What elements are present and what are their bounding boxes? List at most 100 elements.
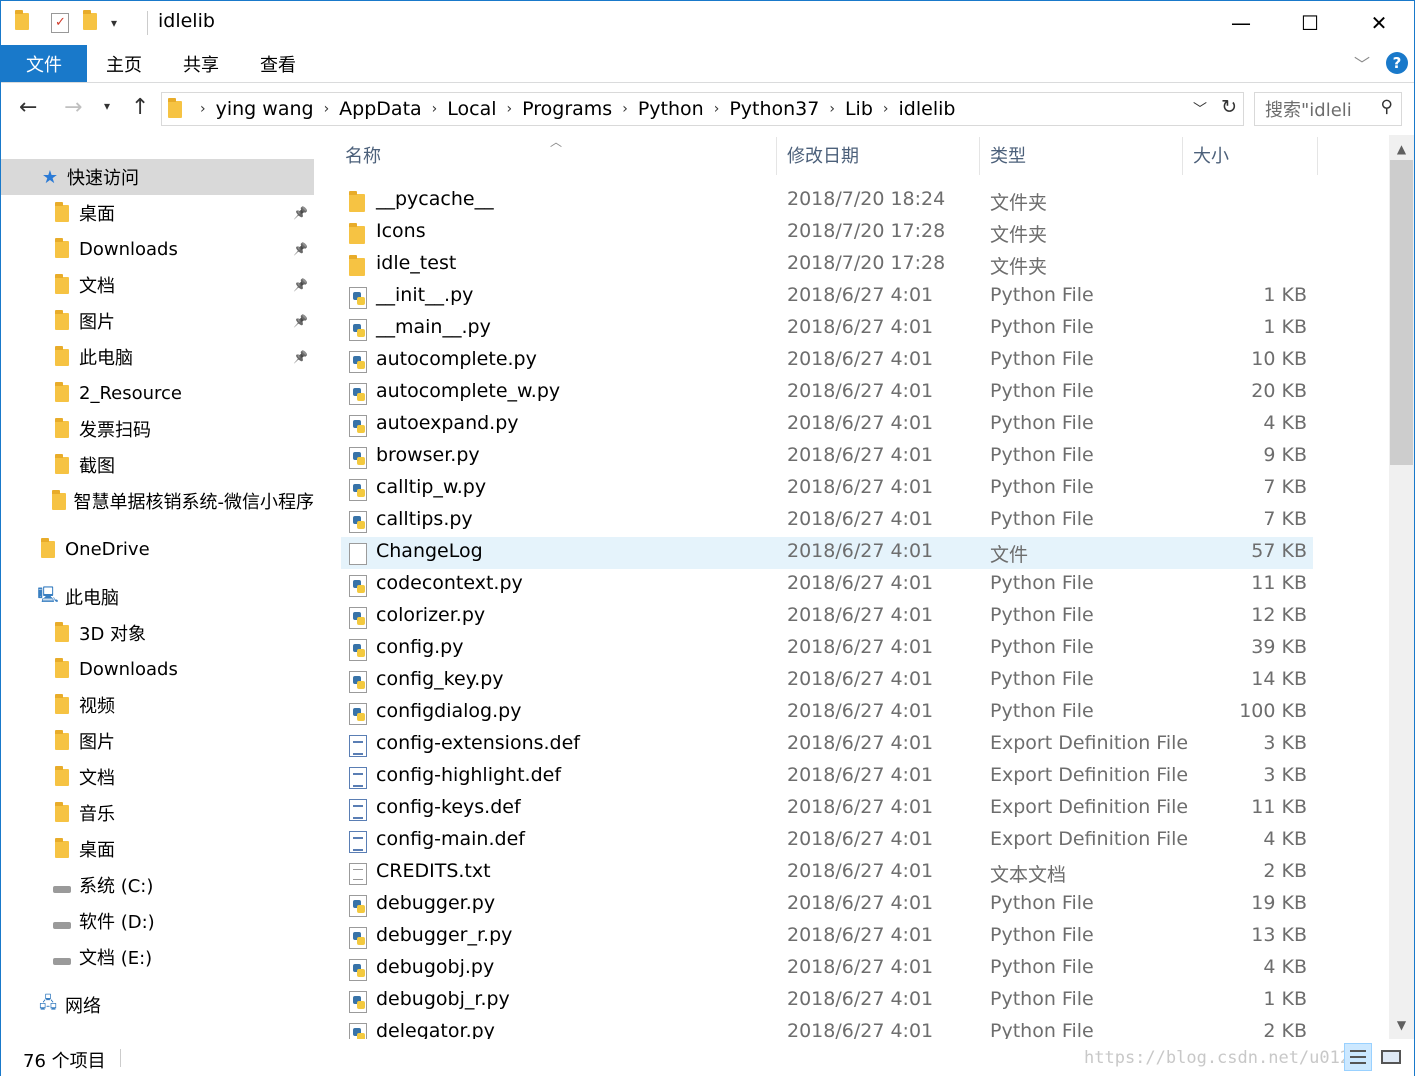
breadcrumb-ying-wang[interactable]: ying wang [216,98,314,120]
nav-this-pc[interactable]: 🖳 此电脑 [1,579,314,615]
vertical-scrollbar[interactable]: ▲ ▼ [1389,135,1414,1039]
file-row[interactable]: colorizer.py 2018/6/27 4:01 Python File 12 … [341,601,1313,633]
file-row[interactable]: config-main.def 2018/6/27 4:01 Export Defi… [341,825,1313,857]
breadcrumb-programs[interactable]: Programs [522,98,612,120]
nav-network[interactable]: 🖧 网络 [1,987,314,1023]
search-box[interactable]: 搜索"idleli ⚲ [1254,92,1402,126]
breadcrumb-appdata[interactable]: AppData [339,98,422,120]
file-row[interactable]: autoexpand.py 2018/6/27 4:01 Python File 4 … [341,409,1313,441]
refresh-icon[interactable]: ↻ [1221,96,1237,118]
tab-file[interactable]: 文件 [1,45,87,82]
nav-quick-item[interactable]: 桌面 📌 [1,195,314,231]
tab-view[interactable]: 查看 [247,45,309,82]
column-divider[interactable] [776,137,777,175]
nav-quick-item[interactable]: 发票扫码 [1,411,314,447]
nav-quick-item[interactable]: 图片 📌 [1,303,314,339]
search-input[interactable]: 搜索"idleli [1265,96,1352,122]
nav-pc-item[interactable]: 软件 (D:) [1,903,314,939]
file-row[interactable]: __init__.py 2018/6/27 4:01 Python File 1 KB [341,281,1313,313]
back-icon[interactable]: ← [19,95,37,120]
file-row[interactable]: codecontext.py 2018/6/27 4:01 Python File 1… [341,569,1313,601]
new-folder-icon[interactable] [83,9,97,34]
nav-pc-item[interactable]: 文档 [1,759,314,795]
customize-toolbar-icon[interactable]: ▾ [111,16,117,30]
nav-pc-item[interactable]: 3D 对象 [1,615,314,651]
breadcrumb-idlelib[interactable]: idlelib [899,98,956,120]
file-row[interactable]: autocomplete_w.py 2018/6/27 4:01 Python Fi… [341,377,1313,409]
nav-pc-item[interactable]: 桌面 [1,831,314,867]
file-row[interactable]: calltips.py 2018/6/27 4:01 Python File 7 KB [341,505,1313,537]
breadcrumb-python[interactable]: Python [638,98,704,120]
nav-quick-item[interactable]: 截图 [1,447,314,483]
file-row[interactable]: browser.py 2018/6/27 4:01 Python File 9 KB [341,441,1313,473]
scroll-up-icon[interactable]: ▲ [1389,137,1414,161]
chevron-down-icon[interactable]: ﹀ [1193,99,1207,119]
tab-home[interactable]: 主页 [93,45,155,82]
up-icon[interactable]: ↑ [131,95,149,120]
column-header-size[interactable]: 大小 [1193,135,1313,175]
file-row[interactable]: CREDITS.txt 2018/6/27 4:01 文本文档 2 KB [341,857,1313,889]
maximize-button[interactable]: ☐ [1275,1,1345,45]
minimize-button[interactable]: — [1206,1,1276,45]
folder-icon[interactable] [15,9,29,34]
nav-quick-item[interactable]: 2_Resource [1,375,314,411]
chevron-right-icon[interactable]: › [324,101,330,117]
forward-icon[interactable]: → [64,95,82,120]
column-header-date[interactable]: 修改日期 [787,135,977,175]
chevron-right-icon[interactable]: › [432,101,438,117]
file-row[interactable]: config_key.py 2018/6/27 4:01 Python File 14… [341,665,1313,697]
file-row[interactable]: __main__.py 2018/6/27 4:01 Python File 1 KB [341,313,1313,345]
nav-onedrive[interactable]: OneDrive [1,531,314,567]
expand-ribbon-icon[interactable]: ﹀ [1354,51,1370,75]
chevron-right-icon[interactable]: › [714,101,720,117]
column-header-name[interactable]: 名称 [345,135,775,175]
help-icon[interactable]: ? [1386,52,1408,74]
file-row[interactable]: debugobj_r.py 2018/6/27 4:01 Python File 1 … [341,985,1313,1017]
nav-pc-item[interactable]: 文档 (E:) [1,939,314,975]
file-row[interactable]: delegator.py 2018/6/27 4:01 Python File 2 K… [341,1017,1313,1039]
chevron-right-icon[interactable]: › [507,101,513,117]
chevron-right-icon[interactable]: › [883,101,889,117]
nav-pc-item[interactable]: 系统 (C:) [1,867,314,903]
file-row[interactable]: calltip_w.py 2018/6/27 4:01 Python File 7 K… [341,473,1313,505]
nav-quick-item[interactable]: 此电脑 📌 [1,339,314,375]
file-row[interactable]: __pycache__ 2018/7/20 18:24 文件夹 [341,185,1313,217]
details-view-icon[interactable] [1344,1043,1372,1071]
tab-share[interactable]: 共享 [170,45,232,82]
file-row[interactable]: config-keys.def 2018/6/27 4:01 Export Defi… [341,793,1313,825]
nav-pc-item[interactable]: Downloads [1,651,314,687]
close-button[interactable]: ✕ [1344,1,1414,45]
chevron-right-icon[interactable]: › [200,101,206,117]
file-row[interactable]: debugger_r.py 2018/6/27 4:01 Python File 13… [341,921,1313,953]
scroll-down-icon[interactable]: ▼ [1389,1013,1414,1037]
nav-quick-item[interactable]: 文档 📌 [1,267,314,303]
nav-quick-access[interactable]: ★ 快速访问 [1,159,314,195]
breadcrumb-local[interactable]: Local [447,98,496,120]
chevron-right-icon[interactable]: › [829,101,835,117]
file-row[interactable]: autocomplete.py 2018/6/27 4:01 Python File… [341,345,1313,377]
file-row[interactable]: debugobj.py 2018/6/27 4:01 Python File 4 KB [341,953,1313,985]
chevron-right-icon[interactable]: › [622,101,628,117]
breadcrumb-lib[interactable]: Lib [845,98,873,120]
column-divider[interactable] [1182,137,1183,175]
nav-pc-item[interactable]: 视频 [1,687,314,723]
properties-icon[interactable]: ✓ [51,13,69,33]
file-row[interactable]: config-highlight.def 2018/6/27 4:01 Export… [341,761,1313,793]
breadcrumb-python37[interactable]: Python37 [729,98,819,120]
nav-quick-item[interactable]: 智慧单据核销系统-微信小程序 [1,483,314,519]
recent-locations-icon[interactable]: ▾ [104,99,110,113]
search-icon[interactable]: ⚲ [1381,97,1393,117]
nav-pc-item[interactable]: 音乐 [1,795,314,831]
file-row[interactable]: debugger.py 2018/6/27 4:01 Python File 19 K… [341,889,1313,921]
column-divider[interactable] [979,137,980,175]
nav-quick-item[interactable]: Downloads 📌 [1,231,314,267]
column-divider[interactable] [1317,137,1318,175]
file-row[interactable]: ChangeLog 2018/6/27 4:01 文件 57 KB [341,537,1313,569]
column-header-type[interactable]: 类型 [990,135,1180,175]
file-row[interactable]: config.py 2018/6/27 4:01 Python File 39 KB [341,633,1313,665]
file-row[interactable]: configdialog.py 2018/6/27 4:01 Python File… [341,697,1313,729]
large-icons-view-icon[interactable] [1377,1043,1405,1071]
nav-pc-item[interactable]: 图片 [1,723,314,759]
file-row[interactable]: idle_test 2018/7/20 17:28 文件夹 [341,249,1313,281]
file-row[interactable]: Icons 2018/7/20 17:28 文件夹 [341,217,1313,249]
